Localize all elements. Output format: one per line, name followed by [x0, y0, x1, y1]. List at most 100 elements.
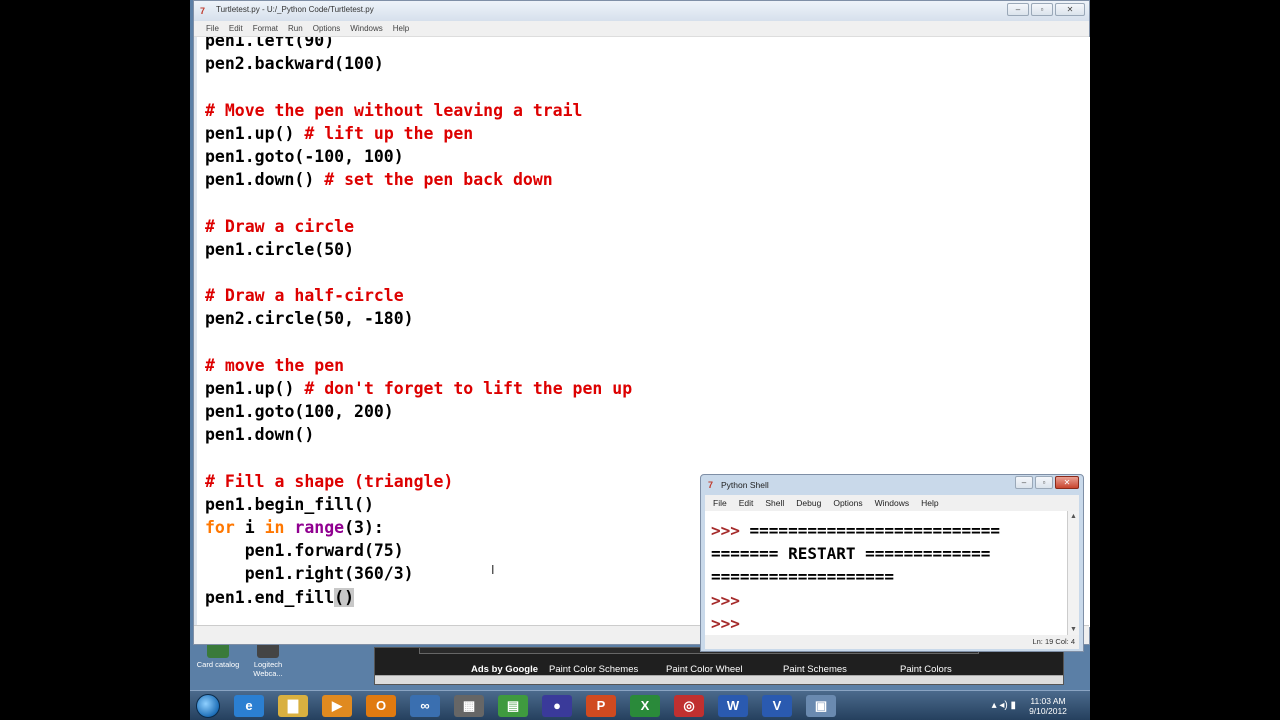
code-line: # Fill a shape (triangle): [205, 470, 632, 493]
code-line: # Draw a circle: [205, 215, 632, 238]
text-cursor-icon: I: [491, 563, 495, 577]
minimize-button[interactable]: –: [1007, 3, 1029, 16]
editor-menubar: File Edit Format Run Options Windows Hel…: [194, 21, 1089, 37]
outlook-icon[interactable]: O: [366, 695, 396, 717]
code-line: # Draw a half-circle: [205, 284, 632, 307]
ad-link[interactable]: Paint Colors: [900, 664, 1017, 675]
python-idle-icon: 7: [708, 480, 714, 490]
code-token: # don't forget to lift the pen up: [304, 378, 633, 398]
code-token: pen1.right(360/3): [205, 564, 414, 584]
python-icon[interactable]: ▣: [806, 695, 836, 717]
shell-token: ==========================: [749, 521, 1000, 540]
code-token: pen1.circle(50): [205, 239, 355, 259]
ad-links: Ads by Google Paint Color Schemes Paint …: [471, 664, 1017, 675]
code-line: pen1.down(): [205, 423, 632, 446]
shell-token: >>>: [711, 613, 750, 633]
clock-time: 11:03 AM: [1030, 696, 1066, 706]
ad-link[interactable]: Paint Color Wheel: [666, 664, 783, 675]
menu-file[interactable]: File: [713, 495, 727, 511]
shell-lines: >>> ========================== ======= RE…: [711, 519, 1000, 635]
code-token: # Draw a circle: [205, 216, 355, 236]
vertical-scrollbar[interactable]: ▲ ▼: [1067, 511, 1079, 635]
menu-help[interactable]: Help: [921, 495, 938, 511]
code-line: pen1.up() # don't forget to lift the pen…: [205, 377, 632, 400]
explorer-icon[interactable]: ▇: [278, 695, 308, 717]
excel-icon[interactable]: X: [630, 695, 660, 717]
minimize-button[interactable]: –: [1015, 476, 1033, 489]
project-icon[interactable]: ▤: [498, 695, 528, 717]
shell-titlebar[interactable]: 7 Python Shell – ▫ ✕: [701, 475, 1083, 495]
code-token: # set the pen back down: [324, 170, 553, 190]
shell-line: >>> ==========================: [711, 519, 1000, 542]
visio-icon[interactable]: V: [762, 695, 792, 717]
shell-line: >>>: [711, 612, 1000, 635]
desktop-icon-label: Card catalog: [196, 660, 240, 669]
close-button[interactable]: ✕: [1055, 3, 1085, 16]
menu-debug[interactable]: Debug: [796, 495, 821, 511]
menu-edit[interactable]: Edit: [229, 21, 243, 36]
code-token: pen1.begin_fill(): [205, 494, 374, 514]
shell-title: Python Shell: [721, 480, 769, 490]
code-token: # Draw a half-circle: [205, 286, 404, 306]
code-line: pen1.begin_fill(): [205, 493, 632, 516]
tray-icons[interactable]: ▴ ◂) ▮: [992, 700, 1016, 711]
code-token: for: [205, 517, 235, 537]
start-button[interactable]: [196, 694, 220, 718]
maximize-button[interactable]: ▫: [1031, 3, 1053, 16]
ads-by-google-label[interactable]: Ads by Google: [471, 664, 549, 675]
code-line: pen1.left(90): [205, 37, 632, 52]
code-line: # Move the pen without leaving a trail: [205, 99, 632, 122]
code-line: pen2.circle(50, -180): [205, 307, 632, 330]
shell-statusbar: Ln: 19 Col: 4: [705, 635, 1079, 649]
cursor-position: Ln: 19 Col: 4: [1032, 637, 1075, 646]
code-token: pen1.goto(100, 200): [205, 402, 394, 421]
chrome-icon[interactable]: ◎: [674, 695, 704, 717]
code-line: pen1.end_fill(): [205, 586, 632, 609]
code-token: pen1.up(): [205, 378, 305, 398]
editor-titlebar[interactable]: 7 Turtletest.py - U:/_Python Code/Turtle…: [194, 1, 1089, 21]
code-line: pen1.goto(100, 200): [205, 400, 632, 423]
shell-output[interactable]: >>> ========================== ======= RE…: [705, 511, 1067, 635]
menu-edit[interactable]: Edit: [739, 495, 754, 511]
scroll-up-icon[interactable]: ▲: [1070, 513, 1077, 520]
code-line: pen1.circle(50): [205, 238, 632, 261]
menu-windows[interactable]: Windows: [350, 21, 382, 36]
network-icon[interactable]: ∞: [410, 695, 440, 717]
horizontal-scrollbar[interactable]: [375, 675, 1063, 684]
menu-help[interactable]: Help: [393, 21, 409, 36]
shell-line: ===================: [711, 565, 1000, 588]
shell-token: >>>: [711, 521, 750, 540]
menu-format[interactable]: Format: [253, 21, 278, 36]
scroll-down-icon[interactable]: ▼: [1070, 626, 1077, 633]
ad-link[interactable]: Paint Schemes: [783, 664, 900, 675]
code-token: # move the pen: [205, 355, 345, 375]
calculator-icon[interactable]: ▦: [454, 695, 484, 717]
code-token: # lift up the pen: [304, 123, 474, 143]
window-controls: – ▫ ✕: [1015, 476, 1079, 489]
code-token: pen1.end_fill: [205, 587, 335, 607]
menu-file[interactable]: File: [206, 21, 219, 36]
powerpoint-icon[interactable]: P: [586, 695, 616, 717]
code-line: pen1.down() # set the pen back down: [205, 168, 632, 191]
menu-windows[interactable]: Windows: [875, 495, 909, 511]
code-token: pen1.down(): [205, 170, 325, 190]
clock[interactable]: 11:03 AM 9/10/2012: [1022, 696, 1074, 716]
code-token: pen2.backward(100): [205, 54, 384, 74]
close-button[interactable]: ✕: [1055, 476, 1079, 489]
python-idle-icon: 7: [200, 6, 206, 16]
menu-shell[interactable]: Shell: [765, 495, 784, 511]
window-controls: – ▫ ✕: [1007, 3, 1085, 16]
menu-run[interactable]: Run: [288, 21, 303, 36]
maximize-button[interactable]: ▫: [1035, 476, 1053, 489]
word-icon[interactable]: W: [718, 695, 748, 717]
code-line: pen1.forward(75): [205, 539, 632, 562]
menu-options[interactable]: Options: [313, 21, 341, 36]
menu-options[interactable]: Options: [833, 495, 862, 511]
ie-icon[interactable]: e: [234, 695, 264, 717]
media-player-icon[interactable]: ▶: [322, 695, 352, 717]
code-line: pen1.up() # lift up the pen: [205, 122, 632, 145]
eclipse-icon[interactable]: ●: [542, 695, 572, 717]
ad-link[interactable]: Paint Color Schemes: [549, 664, 666, 675]
